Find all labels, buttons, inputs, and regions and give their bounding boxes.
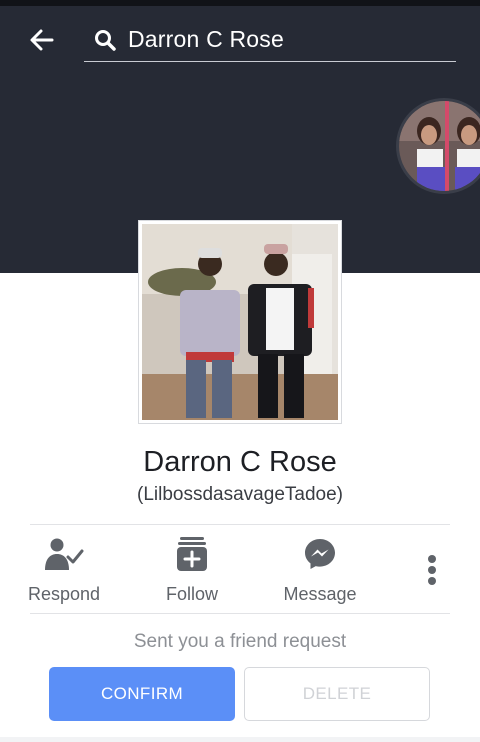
profile-alias: (LilbossdasavageTadoe) — [137, 484, 343, 505]
search-query-text: Darron C Rose — [128, 26, 284, 52]
status-bar-shade — [0, 0, 480, 6]
message-button[interactable]: Message — [276, 534, 364, 610]
follow-plus-icon — [172, 534, 212, 574]
follow-button[interactable]: Follow — [152, 534, 232, 610]
divider-bottom — [30, 613, 450, 614]
follow-label: Follow — [165, 584, 218, 604]
profile-photo[interactable] — [138, 220, 342, 424]
respond-label: Respond — [27, 584, 101, 604]
person-check-icon — [44, 534, 84, 574]
back-arrow-icon — [30, 29, 54, 51]
more-vertical-icon — [428, 555, 436, 585]
more-options-button[interactable] — [418, 548, 446, 592]
friend-avatar-photo — [399, 101, 480, 191]
profile-photo-image — [142, 224, 338, 420]
respond-button[interactable]: Respond — [24, 534, 104, 610]
messenger-icon — [300, 534, 340, 574]
bottom-edge — [0, 737, 480, 742]
search-bar[interactable]: Darron C Rose — [84, 18, 456, 62]
divider-top — [30, 524, 450, 525]
friend-request-text: Sent you a friend request — [133, 631, 347, 652]
back-button[interactable] — [24, 22, 60, 58]
delete-button[interactable]: DELETE — [244, 667, 430, 721]
profile-name: Darron C Rose — [143, 446, 337, 478]
confirm-button[interactable]: CONFIRM — [49, 667, 235, 721]
message-label: Message — [283, 584, 357, 604]
search-icon — [88, 23, 122, 57]
